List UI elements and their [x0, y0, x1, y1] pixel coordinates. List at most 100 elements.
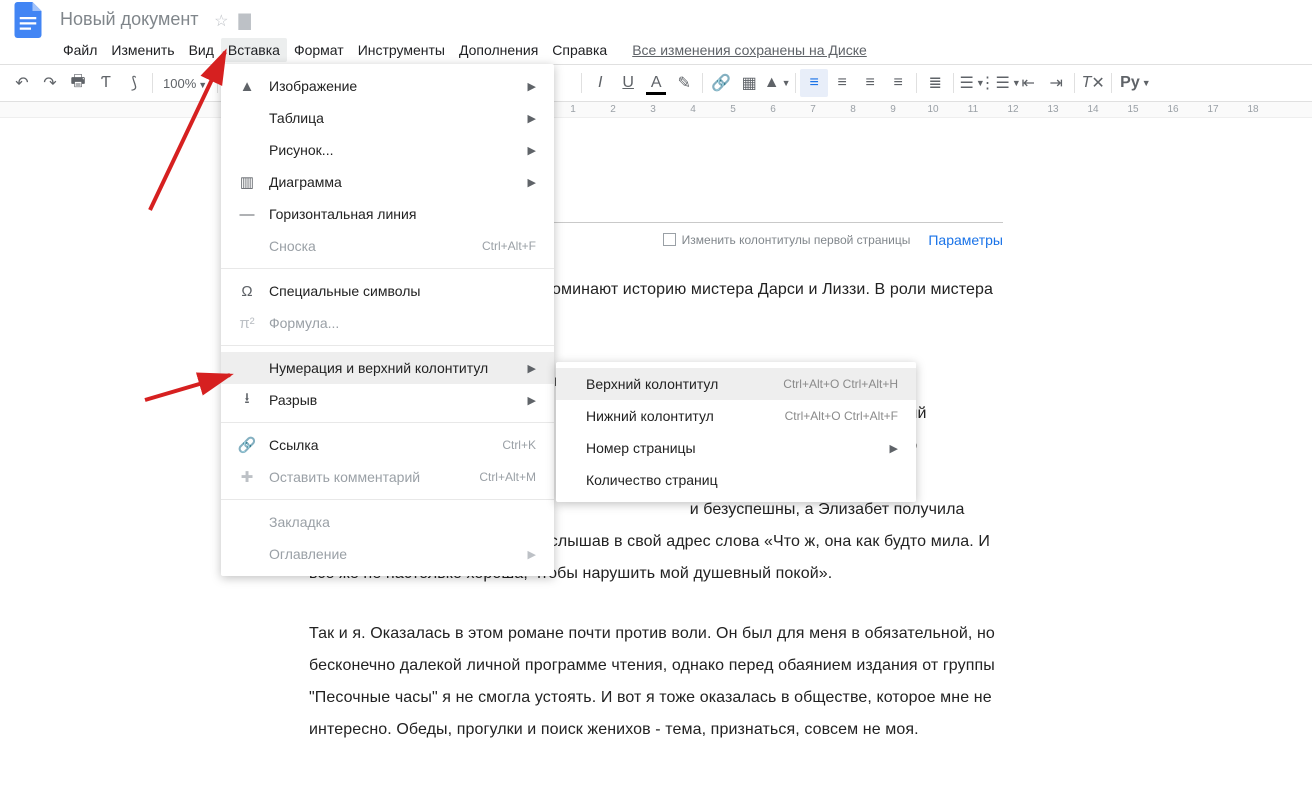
menu-tools[interactable]: Инструменты — [351, 38, 452, 62]
menu-separator — [221, 422, 554, 423]
submenu-arrow-icon: ▶ — [528, 144, 536, 157]
ruler-tick: 3 — [633, 104, 673, 115]
submenu-item-page-number[interactable]: Номер страницы▶ — [556, 432, 916, 464]
insert-image-button[interactable]: ▲▼ — [763, 69, 791, 97]
ruler-tick: 5 — [713, 104, 753, 115]
ruler-tick: 10 — [913, 104, 953, 115]
align-center-button[interactable]: ≡ — [828, 69, 856, 97]
ruler-tick: 12 — [993, 104, 1033, 115]
submenu-item-page-count[interactable]: Количество страниц — [556, 464, 916, 496]
redo-button[interactable]: ↷ — [36, 69, 64, 97]
menu-insert[interactable]: Вставка — [221, 38, 287, 62]
ruler-tick: 9 — [873, 104, 913, 115]
insert-link-button[interactable]: 🔗 — [707, 69, 735, 97]
submenu-item-footer[interactable]: Нижний колонтитулCtrl+Alt+O Ctrl+Alt+F — [556, 400, 916, 432]
menu-item-formula: π²Формула... — [221, 307, 554, 339]
menu-item-image[interactable]: ▲Изображение▶ — [221, 70, 554, 102]
align-justify-button[interactable]: ≡ — [884, 69, 912, 97]
align-left-button[interactable]: ≡ — [800, 69, 828, 97]
ruler-tick: 16 — [1153, 104, 1193, 115]
ruler-tick: 7 — [793, 104, 833, 115]
increase-indent-button[interactable]: ⇥ — [1042, 69, 1070, 97]
star-icon[interactable]: ☆ — [214, 11, 228, 31]
insert-menu-dropdown: ▲Изображение▶ Таблица▶ Рисунок...▶ ▥Диаг… — [221, 64, 554, 576]
omega-icon: Ω — [235, 283, 259, 300]
menu-edit[interactable]: Изменить — [104, 38, 181, 62]
separator — [795, 73, 796, 93]
zoom-select[interactable]: 100%▼ — [157, 76, 213, 91]
pi-icon: π² — [235, 315, 259, 332]
print-button[interactable]: 🖶 — [64, 69, 92, 97]
separator — [581, 73, 582, 93]
bulleted-list-button[interactable]: ⋮☰▼ — [986, 69, 1014, 97]
ruler-tick: 17 — [1193, 104, 1233, 115]
ruler-tick: 6 — [753, 104, 793, 115]
spellcheck-button[interactable]: Ƭ — [92, 69, 120, 97]
menu-separator — [221, 499, 554, 500]
separator — [702, 73, 703, 93]
decrease-indent-button[interactable]: ⇤ — [1014, 69, 1042, 97]
menu-addons[interactable]: Дополнения — [452, 38, 545, 62]
text-color-button[interactable]: A — [642, 69, 670, 97]
line-spacing-button[interactable]: ≣ — [921, 69, 949, 97]
separator — [1074, 73, 1075, 93]
ruler-tick: 13 — [1033, 104, 1073, 115]
submenu-arrow-icon: ▶ — [528, 112, 536, 125]
ruler-tick: 8 — [833, 104, 873, 115]
menu-item-comment: ✚Оставить комментарийCtrl+Alt+M — [221, 461, 554, 493]
menu-file[interactable]: Файл — [56, 38, 104, 62]
separator — [1111, 73, 1112, 93]
menu-help[interactable]: Справка — [545, 38, 614, 62]
paragraph: Так и я. Оказалась в этом романе почти п… — [309, 618, 1003, 746]
comment-icon: ✚ — [235, 468, 259, 486]
menu-item-footnote: СноскаCtrl+Alt+F — [221, 230, 554, 262]
title-bar: Новый документ ☆ ▇ — [0, 0, 1312, 36]
undo-button[interactable]: ↶ — [8, 69, 36, 97]
paint-format-button[interactable]: ⟆ — [120, 69, 148, 97]
ruler-tick: 2 — [593, 104, 633, 115]
submenu-arrow-icon: ▶ — [528, 80, 536, 93]
ruler-tick: 14 — [1073, 104, 1113, 115]
document-title[interactable]: Новый документ — [54, 7, 205, 31]
header-options-link[interactable]: Параметры — [928, 232, 1003, 248]
submenu-arrow-icon: ▶ — [528, 548, 536, 561]
ruler-tick: 15 — [1113, 104, 1153, 115]
first-page-different-checkbox[interactable]: Изменить колонтитулы первой страницы — [663, 233, 911, 247]
menu-item-bookmark: Закладка — [221, 506, 554, 538]
menu-item-break[interactable]: ⭳Разрыв▶ — [221, 384, 554, 416]
menu-item-toc: Оглавление▶ — [221, 538, 554, 570]
menu-view[interactable]: Вид — [182, 38, 221, 62]
underline-button[interactable]: U — [614, 69, 642, 97]
menu-item-table[interactable]: Таблица▶ — [221, 102, 554, 134]
menu-item-numbering-header[interactable]: Нумерация и верхний колонтитул▶ — [221, 352, 554, 384]
ruler: 1 2 3 4 5 6 7 8 9 10 11 12 13 14 15 16 1… — [0, 102, 1312, 118]
menu-item-horizontal-line[interactable]: —Горизонтальная линия — [221, 198, 554, 230]
folder-icon[interactable]: ▇ — [239, 11, 251, 31]
menu-item-link[interactable]: 🔗СсылкаCtrl+K — [221, 429, 554, 461]
highlight-button[interactable]: ✎ — [670, 69, 698, 97]
menu-item-special-chars[interactable]: ΩСпециальные символы — [221, 275, 554, 307]
menu-item-chart[interactable]: ▥Диаграмма▶ — [221, 166, 554, 198]
docs-logo-icon[interactable] — [8, 0, 48, 40]
submenu-arrow-icon: ▶ — [890, 442, 898, 455]
ruler-tick: 1 — [553, 104, 593, 115]
submenu-arrow-icon: ▶ — [528, 176, 536, 189]
align-right-button[interactable]: ≡ — [856, 69, 884, 97]
separator — [217, 73, 218, 93]
separator — [953, 73, 954, 93]
insert-comment-button[interactable]: ▦ — [735, 69, 763, 97]
break-icon: ⭳ — [235, 388, 259, 413]
image-icon: ▲ — [235, 78, 259, 95]
menu-item-drawing[interactable]: Рисунок...▶ — [221, 134, 554, 166]
separator — [152, 73, 153, 93]
menu-format[interactable]: Формат — [287, 38, 351, 62]
input-tools-button[interactable]: Ру▼ — [1116, 69, 1155, 97]
numbering-submenu: Верхний колонтитулCtrl+Alt+O Ctrl+Alt+H … — [556, 362, 916, 502]
clear-formatting-button[interactable]: T✕ — [1079, 69, 1107, 97]
ruler-tick: 11 — [953, 104, 993, 115]
save-status[interactable]: Все изменения сохранены на Диске — [632, 42, 867, 58]
menu-bar: Файл Изменить Вид Вставка Формат Инструм… — [0, 36, 1312, 64]
menu-separator — [221, 345, 554, 346]
italic-button[interactable]: I — [586, 69, 614, 97]
submenu-item-header[interactable]: Верхний колонтитулCtrl+Alt+O Ctrl+Alt+H — [556, 368, 916, 400]
